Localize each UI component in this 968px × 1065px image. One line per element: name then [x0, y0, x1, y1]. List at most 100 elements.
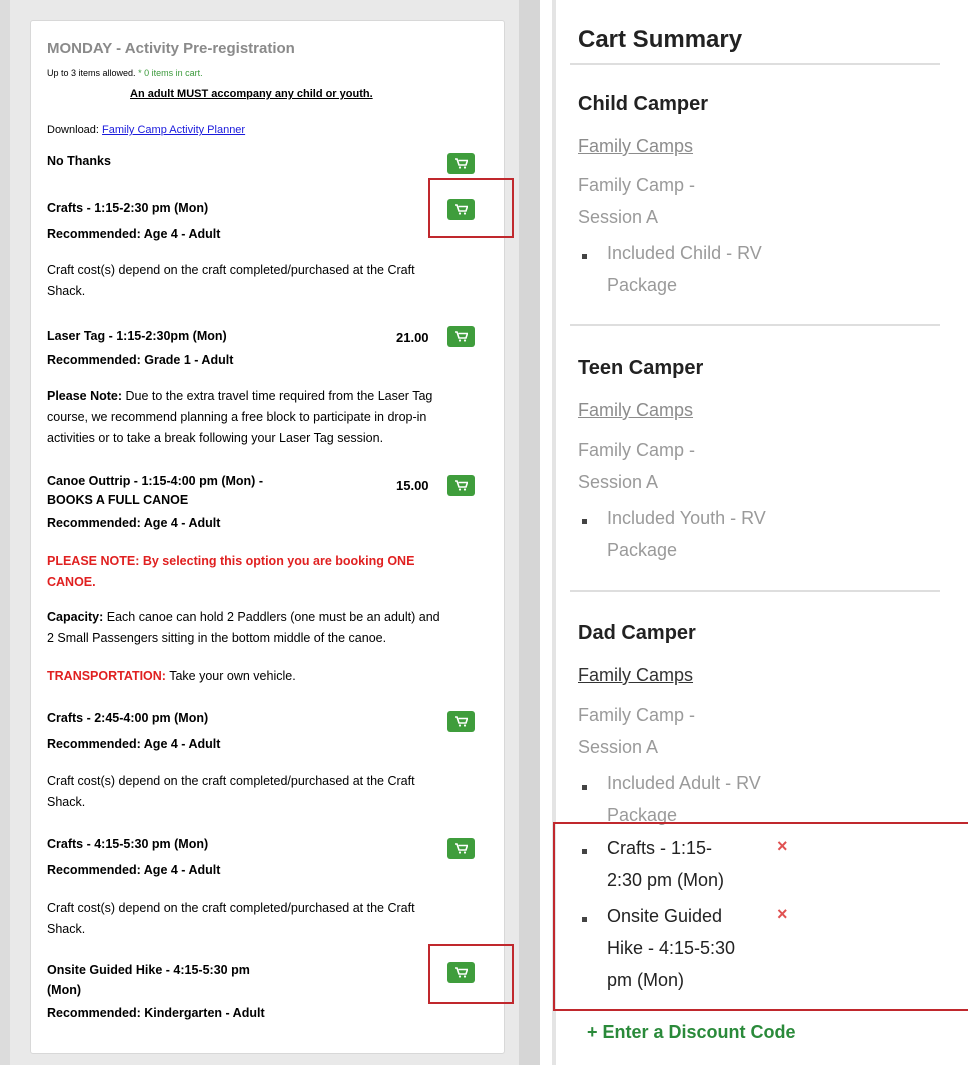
desc-line: Craft cost(s) depend on the craft comple… [47, 901, 415, 915]
child-package: Included Child - RV Package [607, 237, 762, 301]
teen-session: Family Camp - Session A [578, 434, 695, 498]
desc-line: Shack. [47, 284, 86, 298]
download-row: Download: Family Camp Activity Planner [47, 124, 245, 136]
package-line: Included Adult - RV [607, 773, 761, 793]
bullet [582, 254, 587, 259]
teen-camper-heading: Teen Camper [578, 357, 704, 379]
bullet [582, 917, 587, 922]
discount-code-link[interactable]: + Enter a Discount Code [587, 1022, 796, 1043]
package-line: Included Child - RV [607, 243, 762, 263]
laser-tag-price: 21.00 [396, 330, 429, 345]
laser-tag-note: Please Note: Due to the extra travel tim… [47, 386, 432, 449]
divider [570, 590, 940, 592]
canoe-warning: PLEASE NOTE: By selecting this option yo… [47, 551, 414, 593]
item-crafts-2-recommended: Recommended: Age 4 - Adult [47, 737, 221, 751]
bullet [582, 519, 587, 524]
package-line: Package [607, 275, 678, 295]
planner-link[interactable]: Family Camp Activity Planner [102, 124, 245, 136]
cart-count: * 0 items in cart. [138, 68, 203, 78]
desc-line: Shack. [47, 795, 86, 809]
canoe-capacity: Capacity: Each canoe can hold 2 Paddlers… [47, 607, 440, 649]
child-session: Family Camp - Session A [578, 169, 695, 233]
divider [570, 324, 940, 326]
warning-line: CANOE. [47, 575, 96, 589]
item-crafts-2-desc: Craft cost(s) depend on the craft comple… [47, 771, 415, 813]
add-canoe-button[interactable] [447, 475, 475, 496]
activity-line: 2:30 pm (Mon) [607, 870, 725, 890]
canoe-transportation: TRANSPORTATION: Take your own vehicle. [47, 666, 296, 687]
item-no-thanks: No Thanks [47, 154, 111, 168]
activity-title: MONDAY - Activity Pre-registration [47, 40, 295, 57]
session-line: Session A [578, 472, 659, 492]
note-label: Please Note: [47, 389, 123, 403]
session-line: Session A [578, 737, 659, 757]
item-crafts-3-desc: Craft cost(s) depend on the craft comple… [47, 898, 415, 940]
item-laser-tag-recommended: Recommended: Grade 1 - Adult [47, 353, 234, 367]
remove-hike-icon[interactable]: × [777, 904, 788, 925]
item-crafts-2-name: Crafts - 2:45-4:00 pm (Mon) [47, 711, 209, 725]
item-crafts-3-name: Crafts - 4:15-5:30 pm (Mon) [47, 837, 209, 851]
highlight-crafts-1-button [428, 178, 514, 238]
activity-line: pm (Mon) [607, 970, 685, 990]
dad-activity-hike: Onsite Guided Hike - 4:15-5:30 pm (Mon) [607, 900, 735, 996]
session-line: Family Camp - [578, 705, 696, 725]
cart-icon [454, 843, 468, 854]
desc-line: Shack. [47, 922, 86, 936]
package-line: Included Youth - RV [607, 508, 766, 528]
add-crafts-2-button[interactable] [447, 711, 475, 732]
cart-summary-title: Cart Summary [578, 26, 743, 53]
item-crafts-3-recommended: Recommended: Age 4 - Adult [47, 863, 221, 877]
transport-label: TRANSPORTATION: [47, 669, 166, 683]
item-hike-name: Onsite Guided Hike - 4:15-5:30 pm (Mon) [47, 960, 250, 1000]
panel-left-edge [0, 0, 10, 1065]
bullet [582, 785, 587, 790]
activity-line: Crafts - 1:15- [607, 838, 713, 858]
teen-package: Included Youth - RV Package [607, 502, 766, 566]
activity-line: Onsite Guided [607, 906, 723, 926]
item-canoe-name: Canoe Outtrip - 1:15-4:00 pm (Mon) - BOO… [47, 472, 263, 510]
cart-limit: Up to 3 items allowed. * 0 items in cart… [47, 68, 203, 78]
remove-crafts-icon[interactable]: × [777, 836, 788, 857]
item-crafts-1-recommended: Recommended: Age 4 - Adult [47, 227, 221, 241]
cart-icon [454, 480, 468, 491]
desc-line: Craft cost(s) depend on the craft comple… [47, 263, 415, 277]
adult-notice: An adult MUST accompany any child or you… [130, 88, 373, 100]
canoe-price: 15.00 [396, 478, 429, 493]
dad-program-link[interactable]: Family Camps [578, 665, 693, 686]
warning-line: PLEASE NOTE: By selecting this option yo… [47, 554, 415, 568]
session-line: Family Camp - [578, 440, 696, 460]
cart-icon [454, 331, 468, 342]
divider [570, 63, 940, 65]
hike-name-line: Onsite Guided Hike - 4:15-5:30 pm [47, 963, 250, 977]
dad-camper-heading: Dad Camper [578, 622, 696, 644]
capacity-label: Capacity: [47, 610, 104, 624]
capacity-line: Each canoe can hold 2 Paddlers (one must… [103, 610, 440, 624]
left-scrollbar[interactable] [519, 0, 540, 1065]
item-crafts-1-name: Crafts - 1:15-2:30 pm (Mon) [47, 201, 209, 215]
bullet [582, 849, 587, 854]
add-laser-tag-button[interactable] [447, 326, 475, 347]
canoe-name-line: Canoe Outtrip - 1:15-4:00 pm (Mon) - [47, 474, 263, 488]
item-canoe-recommended: Recommended: Age 4 - Adult [47, 516, 221, 530]
note-line: course, we recommend planning a free blo… [47, 410, 427, 424]
package-line: Package [607, 540, 678, 560]
child-program-link[interactable]: Family Camps [578, 136, 693, 157]
item-crafts-1-desc: Craft cost(s) depend on the craft comple… [47, 260, 415, 302]
canoe-name-line: BOOKS A FULL CANOE [47, 493, 189, 507]
session-line: Family Camp - [578, 175, 696, 195]
item-hike-recommended: Recommended: Kindergarten - Adult [47, 1006, 265, 1020]
activity-line: Hike - 4:15-5:30 [607, 938, 736, 958]
dad-activity-crafts: Crafts - 1:15- 2:30 pm (Mon) [607, 832, 724, 896]
desc-line: Craft cost(s) depend on the craft comple… [47, 774, 415, 788]
teen-program-link[interactable]: Family Camps [578, 400, 693, 421]
item-laser-tag-name: Laser Tag - 1:15-2:30pm (Mon) [47, 329, 227, 343]
child-camper-heading: Child Camper [578, 93, 709, 115]
capacity-line: 2 Small Passengers sitting in the bottom… [47, 631, 387, 645]
add-crafts-3-button[interactable] [447, 838, 475, 859]
download-label: Download: [47, 124, 99, 136]
cart-icon [454, 158, 468, 169]
add-no-thanks-button[interactable] [447, 153, 475, 174]
session-line: Session A [578, 207, 659, 227]
dad-session: Family Camp - Session A [578, 699, 695, 763]
highlight-hike-button [428, 944, 514, 1004]
